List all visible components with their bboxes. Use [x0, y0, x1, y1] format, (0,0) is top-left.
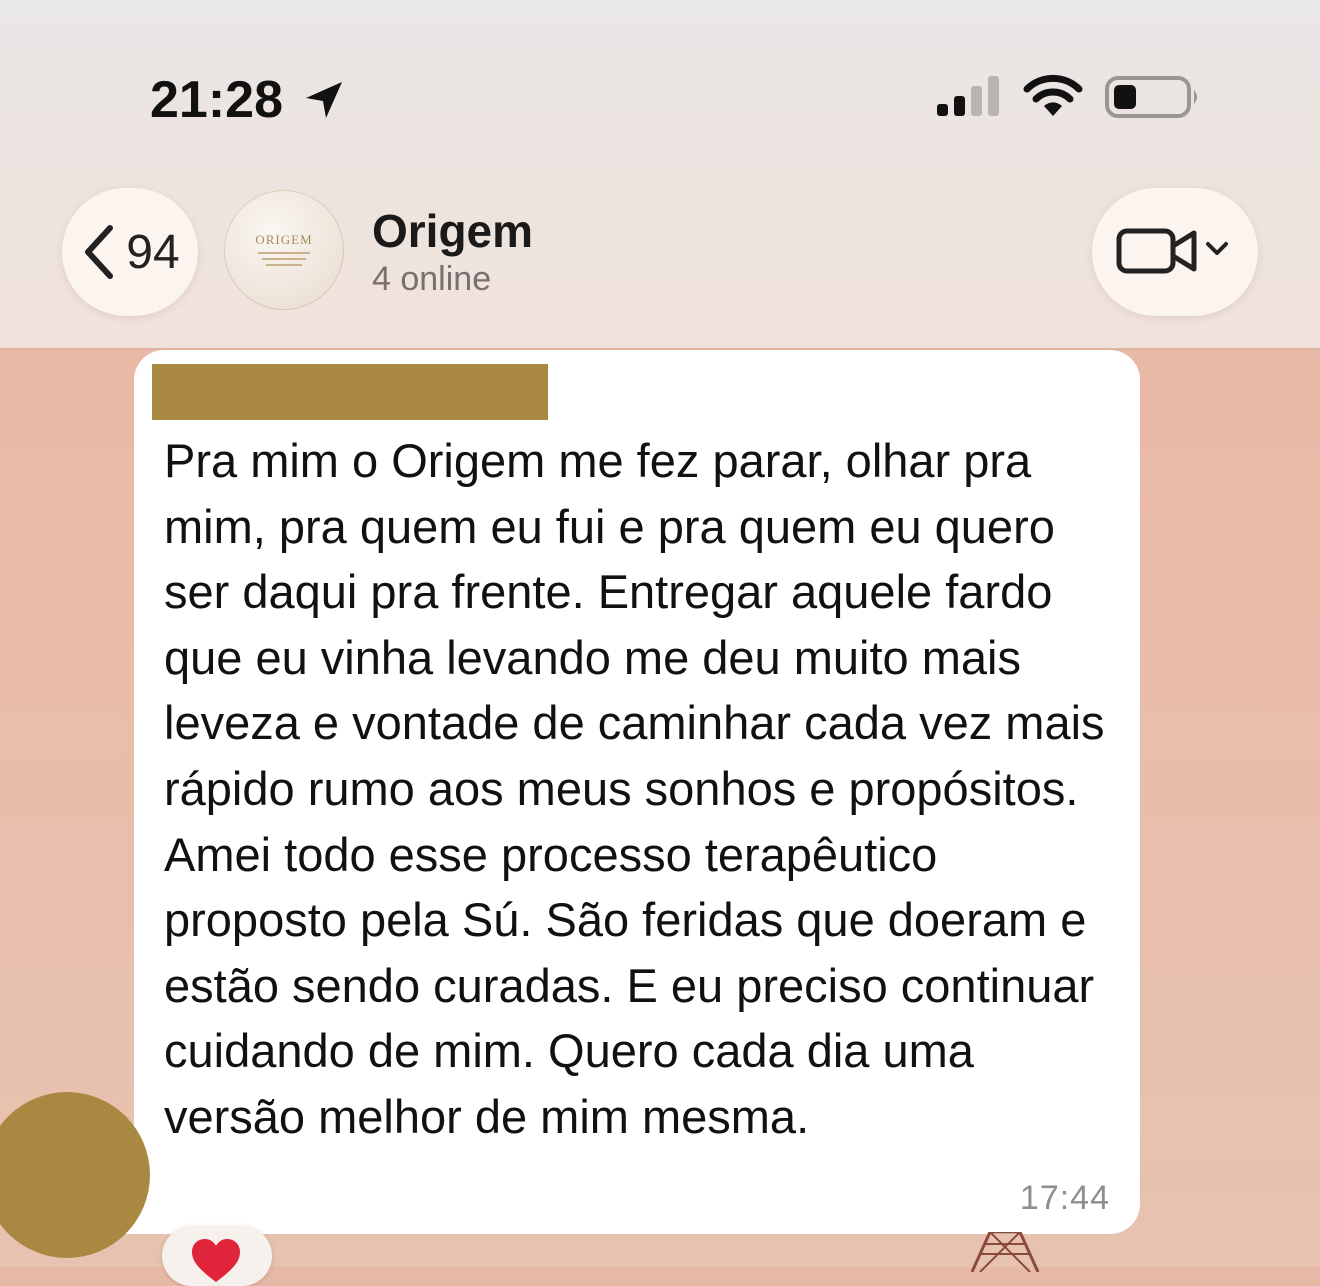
avatar-decoration [258, 252, 310, 266]
message-bubble[interactable]: Pra mim o Origem me fez parar, olhar pra… [134, 350, 1140, 1234]
unread-count: 94 [126, 225, 180, 279]
wifi-icon [1023, 74, 1083, 116]
cellular-signal-icon [937, 76, 999, 116]
battery-icon [1105, 76, 1197, 118]
location-arrow-icon [306, 82, 342, 118]
back-button[interactable]: 94 [62, 188, 198, 316]
chat-header: 21:28 94 ORIGEM Origem 4 online [0, 0, 1320, 348]
status-time: 21:28 [150, 71, 283, 129]
chevron-left-icon [85, 225, 114, 279]
video-call-button[interactable] [1092, 188, 1258, 316]
chevron-down-icon [1206, 242, 1228, 255]
avatar-logo-text: ORIGEM [255, 232, 313, 247]
group-online-status: 4 online [372, 260, 492, 298]
group-avatar[interactable]: ORIGEM [224, 190, 344, 310]
background-tower-decoration [970, 1232, 1040, 1272]
video-camera-icon [1116, 228, 1197, 274]
heart-icon [192, 1239, 240, 1282]
sender-name-redacted [152, 364, 548, 420]
reaction-badge[interactable] [162, 1226, 272, 1286]
group-name[interactable]: Origem [372, 204, 533, 258]
message-timestamp: 17:44 [1019, 1179, 1110, 1217]
message-text: Pra mim o Origem me fez parar, olhar pra… [164, 434, 1105, 1143]
